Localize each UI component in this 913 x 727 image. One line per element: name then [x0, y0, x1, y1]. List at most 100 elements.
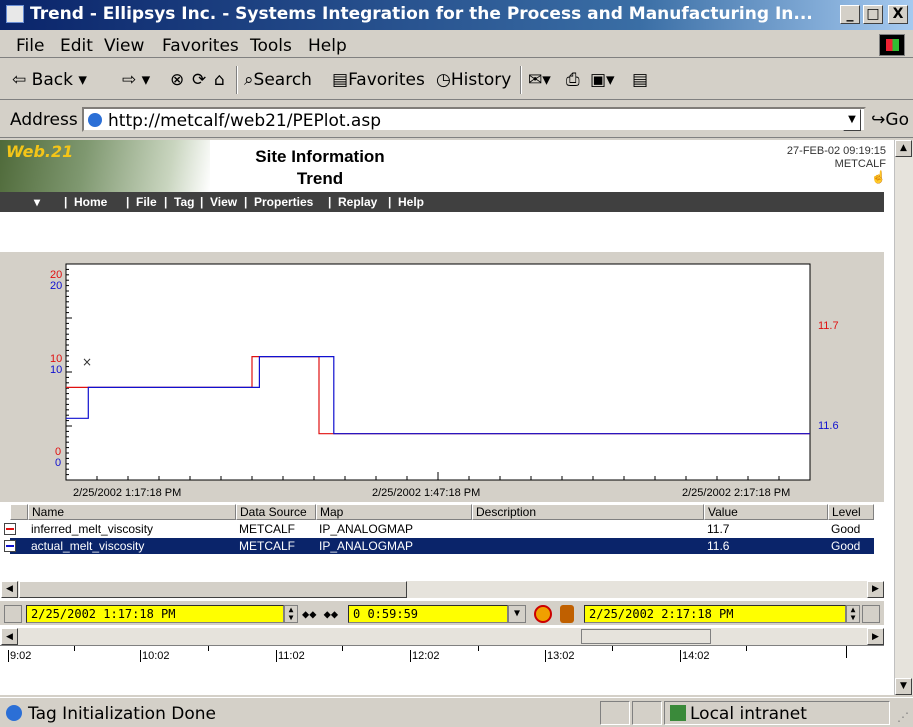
search-button[interactable]: ⌕Search [244, 70, 312, 90]
span-field[interactable]: 0 0:59:59 [348, 605, 508, 623]
lock-icon[interactable] [560, 605, 574, 623]
scroll-up-icon[interactable]: ▲ [895, 140, 912, 157]
discuss-icon[interactable]: ▤ [632, 70, 648, 90]
column-header-map[interactable]: Map [316, 504, 472, 520]
timeline-navigator[interactable]: ◀ ▶ 9:02 10:02 11:02 12:02 13:02 14:02 [0, 628, 884, 688]
header-corner [10, 504, 28, 520]
logo-image: Web.21 [0, 140, 210, 192]
right-value-blue: 11.6 [818, 420, 839, 432]
row-value: 11.6 [707, 539, 730, 553]
mail-icon[interactable]: ✉▾ [528, 70, 551, 90]
close-button[interactable]: X [888, 5, 908, 24]
scroll-down-icon[interactable]: ▼ [895, 678, 912, 695]
timeline-label: 10:02 [140, 650, 170, 662]
go-button[interactable]: ↪Go [871, 110, 909, 130]
end-time-spinner[interactable]: ▲ ▼ [846, 605, 860, 623]
clock-icon[interactable] [534, 605, 552, 623]
timeline-window[interactable] [581, 629, 711, 644]
home-icon[interactable]: ⌂ [214, 70, 225, 90]
timeline-label: 9:02 [8, 650, 32, 662]
series-color-icon [4, 523, 16, 535]
shift-arrows-icon[interactable]: ◆◆ ◆◆ [302, 607, 338, 621]
timeline-scrollbar[interactable]: ◀ ▶ [1, 628, 884, 645]
calendar-start-icon[interactable] [4, 605, 22, 623]
maximize-button[interactable]: □ [863, 5, 883, 24]
row-map: IP_ANALOGMAP [319, 539, 414, 553]
back-arrow-icon: ⇦ [12, 70, 27, 90]
window-title-bar[interactable]: Trend - Ellipsys Inc. - Systems Integrat… [0, 0, 913, 30]
favorites-icon: ▤ [332, 70, 349, 90]
table-row[interactable]: inferred_melt_viscosity METCALF IP_ANALO… [4, 521, 874, 537]
scroll-thumb[interactable] [19, 581, 407, 598]
page-content: Web.21 Site Information Trend 27-FEB-02 … [0, 140, 894, 695]
address-label: Address [10, 110, 78, 130]
forward-button[interactable]: ⇨ ▾ [122, 70, 150, 90]
trend-plot-area: 20 20 10 10 0 0 11.7 11.6 2/25/2002 1:17… [0, 252, 884, 502]
favorites-button[interactable]: ▤Favorites [332, 70, 425, 90]
nav-home[interactable]: Home [74, 195, 107, 209]
row-level: Good [831, 539, 861, 553]
print-icon[interactable]: ⎙ [566, 70, 580, 90]
calendar-end-icon[interactable] [862, 605, 880, 623]
page-title-line2: Trend [296, 169, 344, 188]
start-time-spinner[interactable]: ▲ ▼ [284, 605, 298, 623]
nav-tag[interactable]: Tag [174, 195, 194, 209]
nav-file[interactable]: File [136, 195, 157, 209]
menu-file[interactable]: File [16, 36, 44, 56]
row-map: IP_ANALOGMAP [319, 522, 414, 536]
column-header-source[interactable]: Data Source [236, 504, 316, 520]
span-dropdown-icon[interactable]: ▼ [508, 605, 526, 623]
history-label: History [450, 70, 512, 90]
series-color-icon [4, 540, 16, 552]
row-value: 11.7 [707, 522, 730, 536]
scroll-left-icon[interactable]: ◀ [1, 581, 18, 598]
menu-help[interactable]: Help [308, 36, 347, 56]
banner-datetime: 27-FEB-02 09:19:15 [786, 145, 886, 157]
start-time-field[interactable]: 2/25/2002 1:17:18 PM [26, 605, 284, 623]
scroll-right-icon[interactable]: ▶ [867, 581, 884, 598]
timeline-left-icon[interactable]: ◀ [1, 628, 18, 645]
menu-view[interactable]: View [104, 36, 144, 56]
end-time-field[interactable]: 2/25/2002 2:17:18 PM [584, 605, 846, 623]
table-horizontal-scrollbar[interactable]: ◀ ▶ [1, 581, 884, 598]
windows-logo-icon [879, 34, 905, 56]
menu-favorites[interactable]: Favorites [162, 36, 239, 56]
back-dropdown-icon[interactable]: ▾ [78, 70, 87, 90]
search-icon: ⌕ [244, 70, 254, 90]
nav-separator: | [388, 195, 392, 209]
column-header-name[interactable]: Name [28, 504, 236, 520]
column-header-level[interactable]: Level [828, 504, 874, 520]
nav-replay[interactable]: Replay [338, 195, 377, 209]
address-input[interactable]: http://metcalf/web21/PEPlot.asp [82, 107, 866, 132]
refresh-icon[interactable]: ⟳ [192, 70, 206, 90]
menu-edit[interactable]: Edit [60, 36, 93, 56]
timeline-label: 14:02 [680, 650, 710, 662]
timeline-right-icon[interactable]: ▶ [867, 628, 884, 645]
nav-dropdown-icon[interactable]: ▾ [34, 195, 40, 209]
edit-icon[interactable]: ▣▾ [590, 70, 615, 90]
intranet-icon [670, 705, 686, 721]
stop-icon[interactable]: ⊗ [170, 70, 184, 90]
column-header-description[interactable]: Description [472, 504, 704, 520]
search-label: Search [253, 70, 312, 90]
x-tick-label-mid: 2/25/2002 1:47:18 PM [372, 487, 480, 499]
go-arrow-icon: ↪ [871, 110, 886, 130]
page-status-icon [6, 705, 22, 721]
nav-help[interactable]: Help [398, 195, 424, 209]
resize-grip-icon[interactable]: ⋰ [897, 710, 909, 724]
page-title-line1: Site Information [255, 147, 385, 166]
trend-chart[interactable]: 20 20 10 10 0 0 11.7 11.6 2/25/2002 1:17… [0, 252, 884, 502]
minimize-button[interactable]: _ [840, 5, 860, 24]
nav-separator: | [64, 195, 68, 209]
page-vertical-scrollbar[interactable]: ▲ ▼ [894, 140, 913, 695]
nav-view[interactable]: View [210, 195, 237, 209]
menu-tools[interactable]: Tools [250, 36, 292, 56]
x-tick-label-start: 2/25/2002 1:17:18 PM [73, 487, 181, 499]
address-dropdown-icon[interactable]: ▼ [843, 109, 861, 131]
back-button[interactable]: ⇦ Back ▾ [12, 70, 87, 90]
nav-properties[interactable]: Properties [254, 195, 313, 209]
history-button[interactable]: ◷History [436, 70, 511, 90]
table-row-selected[interactable]: actual_melt_viscosity METCALF IP_ANALOGM… [4, 538, 874, 554]
column-header-value[interactable]: Value [704, 504, 828, 520]
nav-separator: | [328, 195, 332, 209]
